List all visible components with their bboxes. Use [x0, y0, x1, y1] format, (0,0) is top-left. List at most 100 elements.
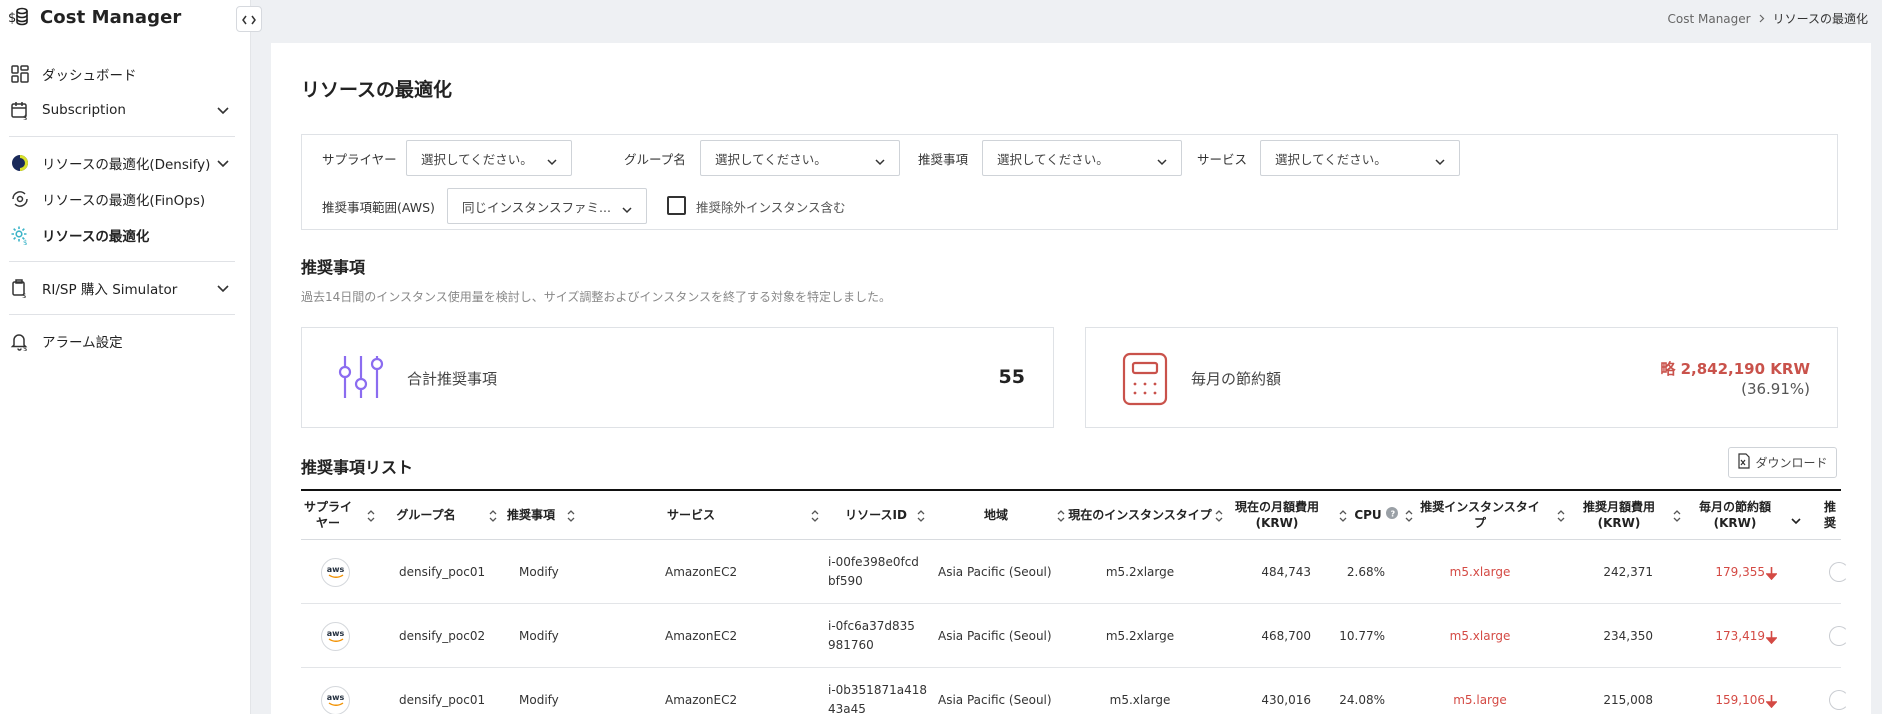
resource-id-cell[interactable]: i-0b351871a418 43a45 — [828, 668, 927, 714]
sort-icon[interactable] — [489, 508, 497, 527]
col-current-cost[interactable]: 現在の月額費用 (KRW) — [1227, 491, 1327, 540]
col-recommended-cost-label: 推奨月額費用 — [1582, 499, 1655, 514]
group-filter-label: グループ名 — [624, 152, 686, 167]
sidebar-item-dashboard[interactable]: ダッシュボード — [0, 56, 251, 92]
col-monthly-saving[interactable]: 毎月の節約額 (KRW) — [1685, 491, 1785, 540]
monthly-savings-label: 毎月の節約額 — [1191, 370, 1282, 388]
col-resource-id[interactable]: リソースID — [826, 491, 926, 540]
sort-icon[interactable] — [1057, 508, 1065, 527]
scope-select[interactable]: 同じインスタンスファミ... — [447, 188, 647, 224]
recommendation-list-title: 推奨事項リスト — [301, 458, 414, 477]
resource-id-line1: i-0b351871a418 — [828, 683, 927, 697]
total-recommendations-label: 合計推奨事項 — [407, 370, 498, 388]
sidebar-item-subscription[interactable]: $ Subscription — [0, 92, 251, 128]
col-recommended-cost[interactable]: 推奨月額費用 (KRW) — [1569, 491, 1669, 540]
chevron-down-icon[interactable] — [217, 156, 229, 172]
sort-icon[interactable] — [1557, 508, 1565, 527]
resource-id-cell[interactable]: i-00fe398e0fcd bf590 — [828, 540, 919, 604]
row-action-button[interactable] — [1829, 626, 1849, 646]
sidebar-item-alarm-settings[interactable]: $ アラーム設定 — [0, 323, 251, 359]
download-button[interactable]: ダウンロード — [1728, 447, 1837, 478]
sort-icon[interactable] — [1339, 508, 1347, 527]
brand[interactable]: $ Cost Manager — [8, 6, 181, 28]
col-group[interactable]: グループ名 — [381, 491, 471, 540]
exclude-checkbox[interactable] — [667, 196, 686, 215]
group-cell: densify_poc02 — [399, 629, 486, 643]
group-select[interactable]: 選択してください。 — [700, 140, 900, 176]
sidebar-item-label: リソースの最適化(Densify) — [42, 157, 211, 173]
col-cpu[interactable]: CPU ? — [1351, 491, 1401, 540]
svg-text:$: $ — [22, 292, 26, 298]
table-row[interactable]: aws densify_poc02 Modify AmazonEC2 i-0fc… — [301, 604, 1849, 668]
sort-icon[interactable] — [1215, 508, 1223, 527]
resource-id-cell[interactable]: i-0fc6a37d835 981760 — [828, 604, 915, 668]
service-filter-label: サービス — [1197, 152, 1248, 167]
region-cell: Asia Pacific (Seoul) — [938, 629, 1052, 643]
svg-text:?: ? — [1390, 510, 1395, 519]
resource-id-line2: bf590 — [828, 574, 863, 588]
service-select-value: 選択してください。 — [1275, 151, 1387, 167]
recommendation-table: サプライヤー グループ名 推奨事項 サービス リソースID 地域 現在のインスタ… — [301, 489, 1849, 714]
sidebar-item-finops[interactable]: リソースの最適化(FinOps) — [0, 181, 251, 217]
col-extra-label: 推奨 — [1823, 499, 1836, 530]
chevron-down-icon — [622, 202, 632, 217]
breadcrumb-root[interactable]: Cost Manager — [1668, 12, 1751, 26]
excel-file-icon — [1737, 453, 1751, 472]
supplier-select[interactable]: 選択してください。 — [406, 140, 572, 176]
gear-dollar-icon: $ — [9, 224, 31, 246]
arrow-down-icon — [1765, 629, 1778, 648]
database-dollar-icon: $ — [8, 6, 30, 28]
col-current-type[interactable]: 現在のインスタンスタイプ — [1065, 491, 1215, 540]
app-title: Cost Manager — [40, 6, 182, 28]
sliders-icon — [336, 352, 386, 406]
col-recommended-type[interactable]: 推奨インスタンスタイプ — [1415, 491, 1545, 540]
service-select[interactable]: 選択してください。 — [1260, 140, 1460, 176]
recommended-type-cell: m5.large — [1453, 693, 1507, 707]
col-supplier[interactable]: サプライヤー — [301, 491, 355, 540]
aws-logo-icon: aws — [321, 685, 350, 714]
sidebar-item-label: アラーム設定 — [42, 335, 123, 351]
col-service[interactable]: サービス — [631, 491, 751, 540]
sidebar-nav: ダッシュボード $ Subscription リソースの最適化(Densify)… — [0, 56, 251, 359]
sidebar-collapse-button[interactable] — [236, 6, 262, 32]
calculator-icon — [1120, 352, 1170, 410]
col-extra[interactable]: 推奨 — [1819, 491, 1841, 540]
chevron-down-icon[interactable] — [217, 281, 229, 297]
col-recommendation[interactable]: 推奨事項 — [501, 491, 561, 540]
sidebar: $ Cost Manager ダッシュボード $ Subscription リソ… — [0, 0, 251, 714]
table-row[interactable]: aws densify_poc01 Modify AmazonEC2 i-0b3… — [301, 668, 1849, 714]
table-row[interactable]: aws densify_poc01 Modify AmazonEC2 i-00f… — [301, 540, 1849, 604]
info-icon[interactable]: ? — [1385, 507, 1398, 524]
cpu-cell: 10.77% — [1339, 629, 1385, 643]
sidebar-item-label: RI/SP 購入 Simulator — [42, 282, 178, 298]
cpu-cell: 24.08% — [1339, 693, 1385, 707]
sort-icon[interactable] — [1405, 508, 1413, 527]
sidebar-item-densify[interactable]: リソースの最適化(Densify) — [0, 145, 251, 181]
sort-icon[interactable] — [917, 508, 925, 527]
sort-desc-icon[interactable] — [1791, 511, 1801, 530]
sidebar-item-label: Subscription — [42, 102, 126, 118]
sidebar-item-label: リソースの最適化 — [42, 229, 150, 245]
sort-icon[interactable] — [1673, 508, 1681, 527]
exclude-checkbox-label[interactable]: 推奨除外インスタンス含む — [696, 197, 846, 216]
supplier-cell: aws — [321, 540, 350, 604]
chevron-down-icon[interactable] — [217, 103, 229, 119]
sidebar-item-ri-sp-simulator[interactable]: $ RI/SP 購入 Simulator — [0, 270, 251, 306]
sort-icon[interactable] — [811, 508, 819, 527]
recommendation-select[interactable]: 選択してください。 — [982, 140, 1182, 176]
col-region[interactable]: 地域 — [941, 491, 1051, 540]
col-monthly-saving-label: 毎月の節約額 — [1698, 499, 1771, 514]
sort-icon[interactable] — [567, 508, 575, 527]
eye-cycle-icon — [9, 188, 31, 210]
sort-icon[interactable] — [367, 508, 375, 527]
divider — [9, 261, 235, 262]
summary-title: 推奨事項 — [301, 258, 366, 277]
divider — [9, 314, 235, 315]
sidebar-item-optimization[interactable]: $ リソースの最適化 — [0, 217, 251, 253]
row-action-button[interactable] — [1829, 690, 1849, 710]
document-dollar-icon: $ — [9, 277, 31, 299]
col-recommendation-label: 推奨事項 — [506, 507, 555, 522]
row-action-button[interactable] — [1829, 562, 1849, 582]
col-current-type-label: 現在のインスタンスタイプ — [1068, 507, 1212, 522]
arrow-down-icon — [1765, 565, 1778, 584]
